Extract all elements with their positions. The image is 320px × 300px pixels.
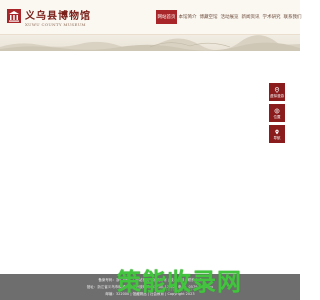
main-nav: 网站首页 本馆简介 博藏空馆 活动展览 新闻资讯 学术研究 联系我们: [156, 10, 303, 24]
nav-item-news[interactable]: 新闻资讯: [240, 10, 261, 24]
map-pin-icon: [275, 129, 279, 134]
main-content: [0, 51, 300, 274]
header-banner: [0, 35, 300, 51]
site-header: 义乌县博物馆 XUWU COUNTY MUSEUM 网站首页 本馆简介 博藏空馆…: [0, 0, 303, 35]
nav-item-contact[interactable]: 联系我们: [282, 10, 303, 24]
nav-item-collection[interactable]: 博藏空馆: [198, 10, 219, 24]
nav-item-exhibitions[interactable]: 活动展览: [219, 10, 240, 24]
globe-icon: [274, 108, 280, 113]
footer-links: 备案号码：浙ICP备… | 网站首页 | 版权所有 | 技术支持 | 联系方式: [98, 278, 202, 282]
tool-label: 位置: [273, 114, 281, 119]
site-title: 义乌县博物馆: [25, 11, 91, 22]
location-pin-icon: [274, 86, 280, 93]
tool-virtual-tour[interactable]: 虚拟漫游: [269, 83, 285, 101]
tool-label: 导航: [273, 135, 281, 140]
museum-emblem-icon: [7, 9, 21, 23]
footer-copyright: 邮编：322000 | 馆藏精品 | 社会教育 | Copyright 2023: [105, 292, 195, 296]
floating-toolbar: 虚拟漫游 位置 导航: [269, 83, 285, 146]
tool-label: 虚拟漫游: [270, 93, 284, 98]
site-footer: 备案号码：浙ICP备… | 网站首页 | 版权所有 | 技术支持 | 联系方式 …: [0, 274, 300, 300]
footer-address: 馆址：浙江省义乌市稠城街道 | 开放时间：09:00-17:00 | 电话：05…: [86, 285, 214, 289]
mountain-landscape-illustration: [0, 35, 300, 51]
nav-item-research[interactable]: 学术研究: [261, 10, 282, 24]
nav-item-home[interactable]: 网站首页: [156, 10, 177, 24]
site-subtitle: XUWU COUNTY MUSEUM: [25, 22, 86, 27]
nav-item-about[interactable]: 本馆简介: [177, 10, 198, 24]
tool-navigation[interactable]: 导航: [269, 125, 285, 143]
tool-location[interactable]: 位置: [269, 104, 285, 122]
